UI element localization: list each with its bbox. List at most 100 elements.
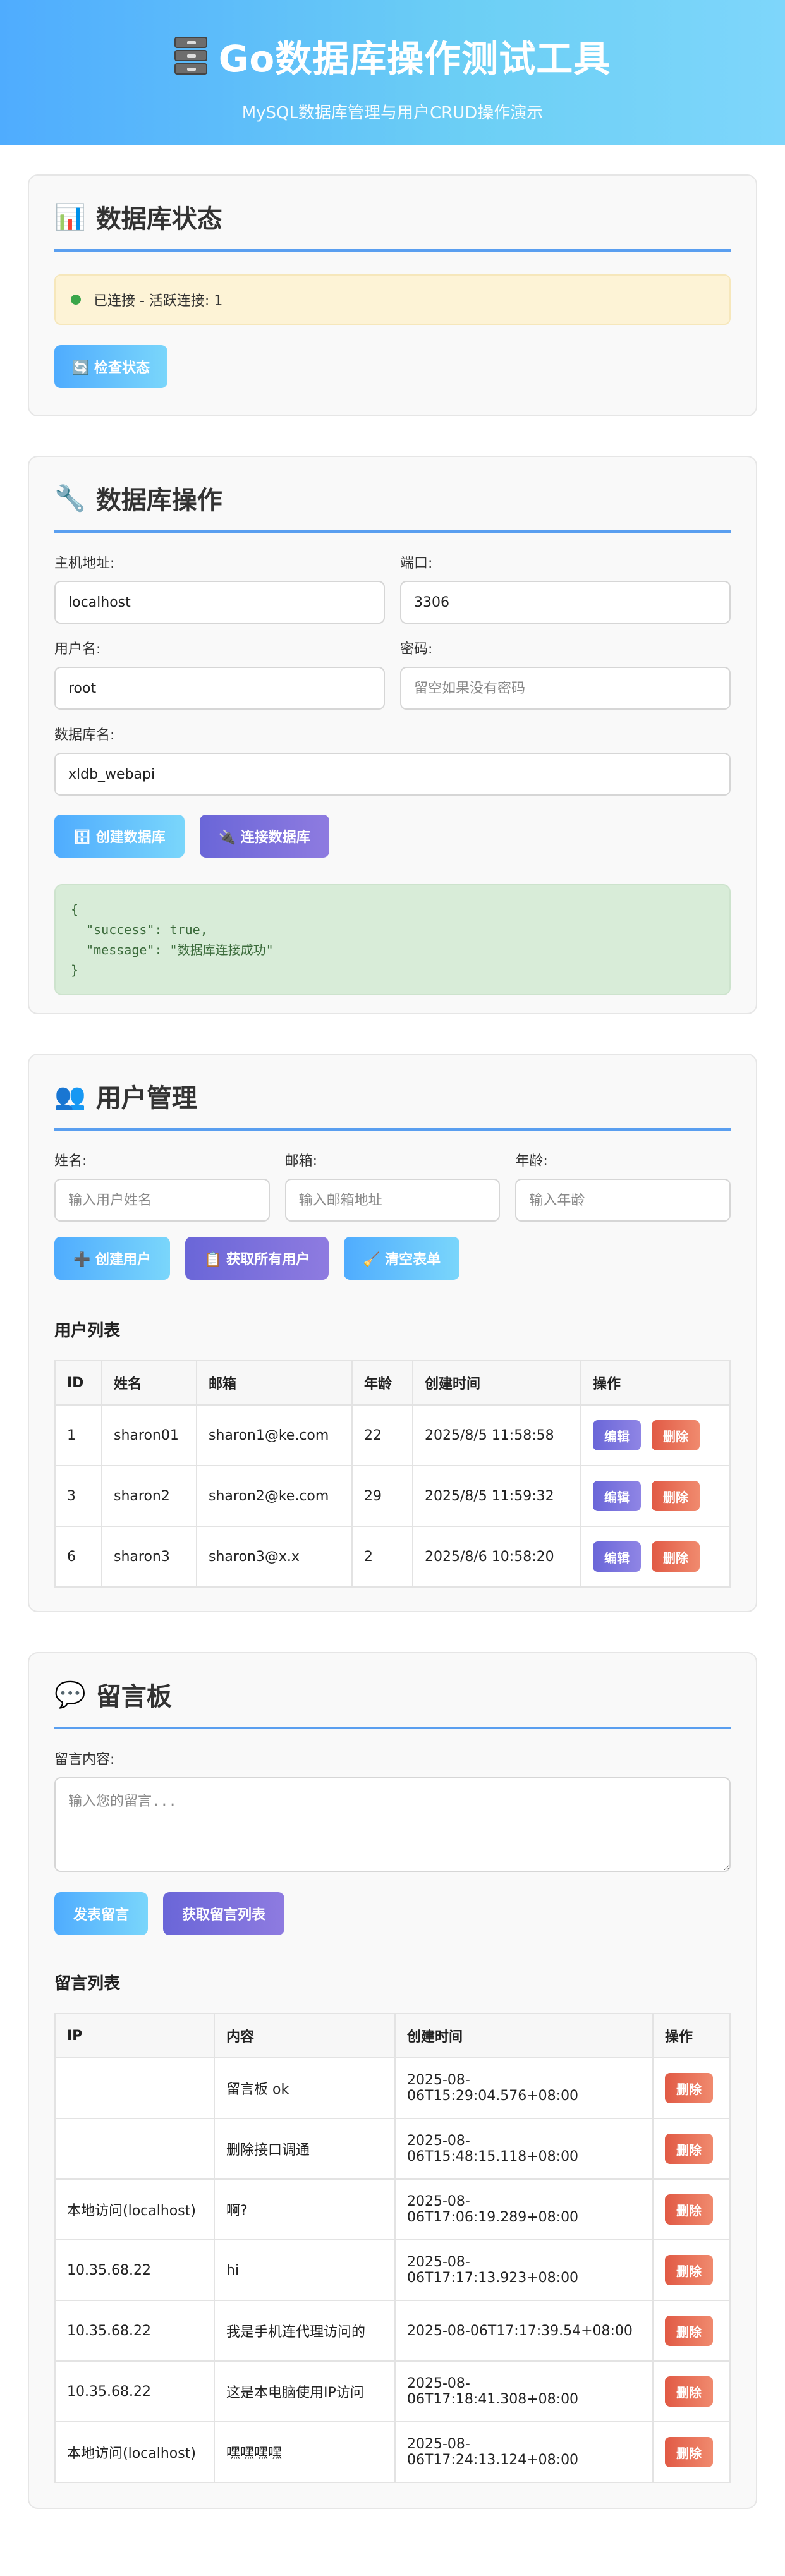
cell-created: 2025-08-06T17:18:41.308+08:00: [394, 2360, 654, 2422]
section-title-text: 用户管理: [95, 1084, 197, 1113]
column-header: ID: [54, 1360, 102, 1406]
cell-ip: [54, 2057, 215, 2119]
edit-user-button[interactable]: 编辑: [593, 1541, 641, 1572]
name-label: 姓名:: [54, 1153, 87, 1169]
host-label: 主机地址:: [54, 556, 115, 571]
delete-message-button[interactable]: 删除: [665, 2134, 713, 2164]
app-container: Go数据库操作测试工具 MySQL数据库管理与用户CRUD操作演示 📊 数据库状…: [0, 0, 785, 2576]
delete-message-button[interactable]: 删除: [665, 2073, 713, 2103]
edit-user-button[interactable]: 编辑: [593, 1481, 641, 1511]
column-header: 操作: [580, 1360, 731, 1406]
username-label: 用户名:: [54, 641, 101, 657]
table-header-row: ID 姓名 邮箱 年龄 创建时间 操作: [54, 1360, 731, 1406]
table-row: 10.35.68.22 我是手机连代理访问的 2025-08-06T17:17:…: [54, 2300, 731, 2362]
cell-name: sharon3: [101, 1526, 197, 1588]
column-header: 内容: [214, 2013, 396, 2058]
cell-id: 3: [54, 1465, 102, 1527]
section-title-text: 数据库操作: [95, 486, 222, 515]
table-row: 本地访问(localhost) 嘿嘿嘿嘿 2025-08-06T17:24:13…: [54, 2421, 731, 2483]
cell-actions: 删除: [652, 2360, 731, 2422]
cell-name: sharon01: [101, 1404, 197, 1466]
cell-id: 1: [54, 1404, 102, 1466]
table-row: 1 sharon01 sharon1@ke.com 22 2025/8/5 11…: [54, 1404, 731, 1466]
cell-created: 2025-08-06T15:29:04.576+08:00: [394, 2057, 654, 2119]
delete-user-button[interactable]: 删除: [652, 1420, 700, 1450]
section-title-messages: 💬 留言板: [54, 1653, 731, 1729]
port-input[interactable]: [400, 581, 731, 624]
status-dot-icon: [71, 295, 81, 305]
users-icon: 👥: [54, 1081, 86, 1111]
message-section: 💬 留言板 留言内容: 发表留言 获取留言列表 留言列表 IP 内容 创建时间 …: [28, 1652, 757, 2509]
wrench-icon: 🔧: [54, 483, 86, 513]
table-row: 10.35.68.22 hi 2025-08-06T17:17:13.923+0…: [54, 2239, 731, 2301]
email-input[interactable]: [284, 1179, 501, 1222]
delete-message-button[interactable]: 删除: [665, 2194, 713, 2225]
name-input[interactable]: [54, 1179, 270, 1222]
user-table: ID 姓名 邮箱 年龄 创建时间 操作 1 sharon01 sharon1@k…: [54, 1360, 731, 1588]
column-header: 年龄: [351, 1360, 413, 1406]
create-user-button[interactable]: ➕ 创建用户: [54, 1237, 171, 1280]
post-message-button[interactable]: 发表留言: [54, 1892, 149, 1935]
username-input[interactable]: [54, 667, 385, 710]
page-subtitle: MySQL数据库管理与用户CRUD操作演示: [241, 104, 544, 123]
cell-age: 29: [351, 1465, 413, 1527]
create-database-button[interactable]: 🗄 创建数据库: [54, 815, 185, 858]
cell-email: sharon1@ke.com: [196, 1404, 353, 1466]
cell-ip: 本地访问(localhost): [54, 2178, 215, 2240]
cell-id: 6: [54, 1526, 102, 1588]
delete-message-button[interactable]: 删除: [665, 2316, 713, 2346]
cell-actions: 编辑 删除: [580, 1526, 731, 1588]
fetch-messages-button[interactable]: 获取留言列表: [163, 1892, 285, 1935]
delete-message-button[interactable]: 删除: [665, 2255, 713, 2285]
cell-name: sharon2: [101, 1465, 197, 1527]
section-title-text: 数据库状态: [95, 205, 222, 234]
table-row: 10.35.68.22 这是本电脑使用IP访问 2025-08-06T17:18…: [54, 2360, 731, 2422]
cell-ip: 10.35.68.22: [54, 2239, 215, 2301]
page-title: Go数据库操作测试工具: [0, 29, 785, 82]
cell-created: 2025-08-06T17:17:13.923+08:00: [394, 2239, 654, 2301]
cell-actions: 编辑 删除: [580, 1465, 731, 1527]
table-row: 留言板 ok 2025-08-06T15:29:04.576+08:00 删除: [54, 2057, 731, 2119]
cell-actions: 删除: [652, 2178, 731, 2240]
table-row: 本地访问(localhost) 啊? 2025-08-06T17:06:19.2…: [54, 2178, 731, 2240]
cell-content: 这是本电脑使用IP访问: [214, 2360, 396, 2422]
cell-content: 我是手机连代理访问的: [214, 2300, 396, 2362]
column-header: IP: [54, 2013, 215, 2058]
bar-chart-icon: 📊: [54, 202, 86, 232]
message-list-title: 留言列表: [54, 1974, 121, 1993]
cell-actions: 删除: [652, 2239, 731, 2301]
delete-user-button[interactable]: 删除: [652, 1541, 700, 1572]
dbname-label: 数据库名:: [54, 727, 115, 743]
page-title-text: Go数据库操作测试工具: [218, 37, 611, 80]
delete-message-button[interactable]: 删除: [665, 2376, 713, 2407]
table-row: 6 sharon3 sharon3@x.x 2 2025/8/6 10:58:2…: [54, 1526, 731, 1588]
column-header: 姓名: [101, 1360, 197, 1406]
table-row: 删除接口调通 2025-08-06T15:48:15.118+08:00 删除: [54, 2118, 731, 2180]
age-input[interactable]: [515, 1179, 731, 1222]
section-title-db: 🔧 数据库操作: [54, 457, 731, 533]
password-label: 密码:: [400, 641, 433, 657]
fetch-users-button[interactable]: 📋 获取所有用户: [185, 1237, 329, 1280]
section-title-status: 📊 数据库状态: [54, 176, 731, 252]
connect-database-button[interactable]: 🔌 连接数据库: [199, 815, 329, 858]
message-content-input[interactable]: [54, 1777, 731, 1872]
password-input[interactable]: [400, 667, 731, 710]
clear-form-button[interactable]: 🧹 清空表单: [344, 1237, 460, 1280]
cell-actions: 删除: [652, 2057, 731, 2119]
edit-user-button[interactable]: 编辑: [593, 1420, 641, 1450]
status-section: 📊 数据库状态 已连接 - 活跃连接: 1 🔄 检查状态: [28, 174, 757, 416]
host-input[interactable]: [54, 581, 385, 624]
cell-created: 2025-08-06T17:06:19.289+08:00: [394, 2178, 654, 2240]
dbname-input[interactable]: [54, 753, 731, 796]
check-status-button[interactable]: 🔄 检查状态: [54, 345, 168, 388]
cell-created: 2025-08-06T17:17:39.54+08:00: [394, 2300, 654, 2362]
cell-ip: 本地访问(localhost): [54, 2421, 215, 2483]
cell-created: 2025-08-06T17:24:13.124+08:00: [394, 2421, 654, 2483]
column-header: 创建时间: [412, 1360, 581, 1406]
delete-user-button[interactable]: 删除: [652, 1481, 700, 1511]
cell-content: 删除接口调通: [214, 2118, 396, 2180]
delete-message-button[interactable]: 删除: [665, 2437, 713, 2467]
cell-email: sharon2@ke.com: [196, 1465, 353, 1527]
email-label: 邮箱:: [284, 1153, 318, 1169]
page-header: Go数据库操作测试工具 MySQL数据库管理与用户CRUD操作演示: [0, 0, 785, 145]
